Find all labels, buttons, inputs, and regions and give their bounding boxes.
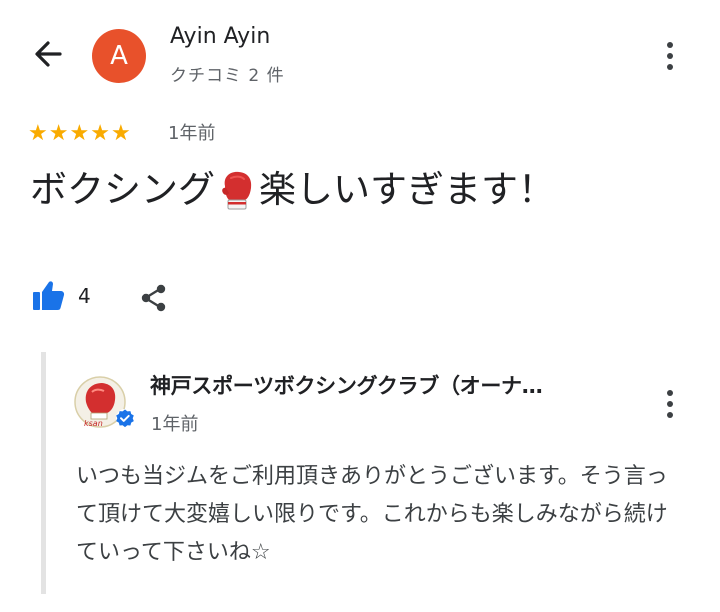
more-vert-icon xyxy=(667,42,673,70)
share-icon xyxy=(141,284,166,312)
star-icon: ★ xyxy=(48,121,69,146)
more-vert-icon xyxy=(667,390,673,418)
star-icon: ★ xyxy=(69,121,90,146)
share-button[interactable] xyxy=(139,283,169,313)
user-review-count: クチコミ 2 件 xyxy=(170,66,285,86)
avatar-letter: A xyxy=(110,41,128,71)
review-time: 1年前 xyxy=(168,123,216,144)
back-button[interactable] xyxy=(26,32,70,76)
star-icon: ★ xyxy=(110,121,131,146)
user-name[interactable]: Ayin Ayin xyxy=(170,24,270,49)
owner-avatar[interactable]: ksan xyxy=(72,372,138,434)
verified-badge-icon xyxy=(116,409,134,428)
user-avatar[interactable]: A xyxy=(92,29,146,83)
review-text-part1: ボクシング xyxy=(30,168,215,211)
star-rating: ★ ★ ★ ★ ★ xyxy=(28,122,131,146)
star-icon: ★ xyxy=(90,121,110,146)
reply-time: 1年前 xyxy=(151,414,199,435)
owner-name[interactable]: 神戸スポーツボクシングクラブ（オーナ… xyxy=(150,370,543,400)
like-count: 4 xyxy=(78,284,91,308)
star-icon: ★ xyxy=(28,121,48,146)
boxing-glove-icon xyxy=(217,168,257,212)
reply-more-button[interactable] xyxy=(658,386,682,422)
review-text: ボクシング 楽しいすぎます！ xyxy=(30,166,555,214)
thumbs-up-icon xyxy=(33,281,65,310)
owner-avatar-text: ksan xyxy=(84,419,103,428)
arrow-left-icon xyxy=(35,41,62,67)
reply-text: いつも当ジムをご利用頂きありがとうございます。そう言って頂けて大変嬉しい限りです… xyxy=(76,464,668,565)
review-text-part2: 楽しいすぎます！ xyxy=(259,168,555,211)
like-button[interactable] xyxy=(30,278,66,314)
review-more-button[interactable] xyxy=(658,38,682,74)
reply-divider xyxy=(41,352,46,594)
